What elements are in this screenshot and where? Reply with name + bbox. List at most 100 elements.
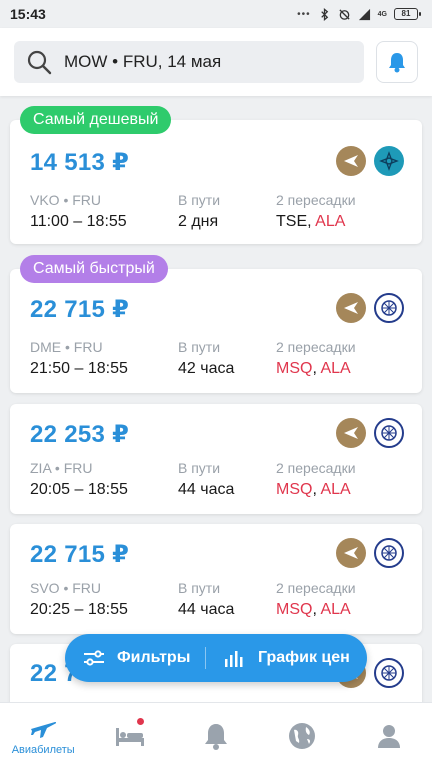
route-column: DME • FRU 21:50 – 18:55 [30, 339, 128, 378]
transfer-stop: MSQ [276, 360, 313, 377]
globe-icon [289, 722, 316, 749]
transfers-label: 2 пересадки [276, 339, 356, 355]
flight-times: 21:50 – 18:55 [30, 360, 128, 377]
notification-dot [135, 717, 145, 726]
airline-logo-icon [374, 146, 404, 176]
tab-profile[interactable] [346, 703, 432, 768]
tab-alerts[interactable] [173, 703, 259, 768]
price-chart-label: График цен [258, 649, 350, 666]
transfer-airports: MSQ, ALA [276, 481, 351, 498]
tab-flights[interactable]: Авиабилеты [0, 703, 86, 768]
notification-dots: ••• [297, 8, 311, 20]
duration-column: В пути 44 часа [178, 580, 234, 619]
flight-times: 20:05 – 18:55 [30, 481, 128, 498]
status-icons: ••• 4G 81 [297, 7, 421, 21]
flight-times: 20:25 – 18:55 [30, 601, 128, 618]
price-alert-button[interactable] [376, 41, 418, 83]
search-query: MOW • FRU, 14 мая [64, 52, 222, 71]
transfer-stop: ALA [320, 360, 351, 377]
airline-logo-icon [336, 538, 366, 568]
transfers-column: 2 пересадки MSQ, ALA [276, 580, 356, 619]
airline-logos [336, 146, 404, 176]
duration-value: 2 дня [178, 213, 219, 230]
airline-logo-icon [336, 293, 366, 323]
cheapest-badge: Самый дешевый [20, 106, 172, 134]
search-header: MOW • FRU, 14 мая [0, 28, 432, 96]
route-column: SVO • FRU 20:25 – 18:55 [30, 580, 128, 619]
airline-logo-icon [336, 146, 366, 176]
tab-hotels[interactable] [86, 703, 172, 768]
ticket-price: 22 715 ₽ [30, 541, 130, 568]
plane-icon [31, 721, 57, 738]
status-bar: 15:43 ••• 4G 81 [0, 0, 432, 28]
transfers-column: 2 пересадки MSQ, ALA [276, 339, 356, 378]
airline-logo-icon [374, 658, 404, 688]
filters-chart-pill: Фильтры График цен [65, 634, 367, 682]
airline-logos [336, 538, 404, 568]
airline-logos [336, 418, 404, 448]
duration-value: 42 часа [178, 360, 235, 377]
route-airports: ZIA • FRU [30, 460, 93, 476]
bell-icon [389, 53, 405, 73]
transfer-stop: MSQ [276, 481, 313, 498]
duration-column: В пути 44 часа [178, 460, 234, 499]
duration-label: В пути [178, 460, 221, 476]
route-airports: DME • FRU [30, 339, 103, 355]
ticket-card[interactable]: 14 513 ₽ VKO • FRU 11:00 – 18:55 В пути … [10, 120, 422, 244]
signal-icon [358, 8, 370, 20]
duration-label: В пути [178, 580, 221, 596]
airline-logos [336, 293, 404, 323]
route-airports: VKO • FRU [30, 192, 102, 208]
transfer-stop: ALA [320, 601, 351, 618]
duration-value: 44 часа [178, 601, 235, 618]
duration-value: 44 часа [178, 481, 235, 498]
transfer-airports: MSQ, ALA [276, 360, 351, 377]
transfer-stop: TSE [276, 213, 308, 230]
bar-chart-icon [225, 651, 243, 667]
transfers-label: 2 пересадки [276, 460, 356, 476]
duration-column: В пути 42 часа [178, 339, 234, 378]
network-type-label: 4G [377, 10, 387, 18]
filters-label: Фильтры [117, 649, 191, 666]
bluetooth-icon [320, 7, 328, 21]
profile-icon [377, 724, 400, 748]
airline-logo-icon [374, 418, 404, 448]
airline-logo-icon [336, 418, 366, 448]
airline-logo-icon [374, 293, 404, 323]
ticket-card[interactable]: 22 715 ₽ SVO • FRU 20:25 – 18:55 В пути … [10, 524, 422, 634]
transfer-airports: MSQ, ALA [276, 601, 351, 618]
duration-column: В пути 2 дня [178, 192, 220, 231]
fastest-badge: Самый быстрый [20, 255, 168, 283]
search-icon [27, 50, 52, 75]
bottom-tab-bar: Авиабилеты [0, 702, 432, 768]
ticket-price: 14 513 ₽ [30, 149, 130, 176]
transfers-label: 2 пересадки [276, 580, 356, 596]
tab-explore[interactable] [259, 703, 345, 768]
route-airports: SVO • FRU [30, 580, 102, 596]
ticket-price: 22 253 ₽ [30, 421, 130, 448]
search-field[interactable]: MOW • FRU, 14 мая [14, 41, 364, 83]
airline-logo-icon [374, 538, 404, 568]
transfers-column: 2 пересадки TSE, ALA [276, 192, 356, 231]
battery-indicator: 81 [394, 8, 421, 20]
transfers-label: 2 пересадки [276, 192, 356, 208]
transfer-stop: ALA [320, 481, 351, 498]
flight-times: 11:00 – 18:55 [30, 213, 127, 230]
price-chart-button[interactable]: График цен [206, 634, 350, 682]
results-list: Самый дешевый 14 513 ₽ VKO • FRU 11:00 –… [0, 96, 432, 702]
duration-label: В пути [178, 339, 221, 355]
bell-icon [205, 723, 228, 750]
tab-label: Авиабилеты [11, 743, 75, 756]
route-column: VKO • FRU 11:00 – 18:55 [30, 192, 127, 231]
transfer-stop: ALA [315, 213, 346, 230]
ticket-price: 22 715 ₽ [30, 296, 130, 323]
ticket-card[interactable]: 22 253 ₽ ZIA • FRU 20:05 – 18:55 В пути … [10, 404, 422, 514]
hotel-bed-icon [115, 727, 144, 746]
route-column: ZIA • FRU 20:05 – 18:55 [30, 460, 128, 499]
transfers-column: 2 пересадки MSQ, ALA [276, 460, 356, 499]
filters-icon [84, 650, 104, 666]
duration-label: В пути [178, 192, 221, 208]
filters-button[interactable]: Фильтры [65, 634, 205, 682]
transfer-airports: TSE, ALA [276, 213, 346, 230]
ticket-card[interactable]: 22 715 ₽ DME • FRU 21:50 – 18:55 В пути … [10, 269, 422, 393]
